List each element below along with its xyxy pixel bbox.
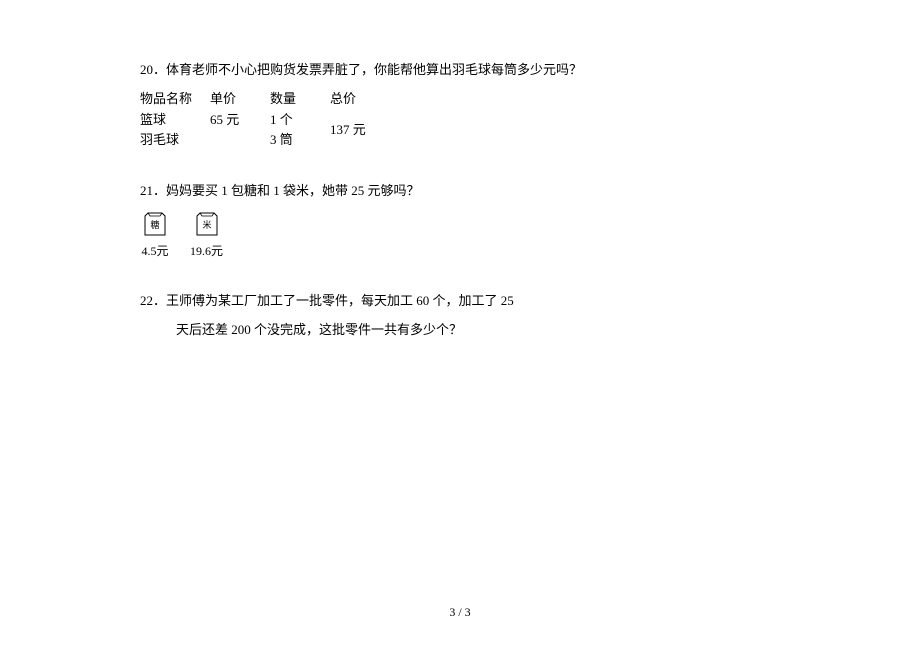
- row2-name: 羽毛球: [140, 130, 210, 151]
- header-price: 单价: [210, 89, 270, 110]
- header-qty: 数量: [270, 89, 330, 110]
- total-value: 137 元: [330, 120, 390, 141]
- table-header: 物品名称 单价 数量 总价: [140, 89, 780, 110]
- q22-number: 22．: [140, 293, 166, 308]
- q22-line1: 王师傅为某工厂加工了一批零件，每天加工 60 个，加工了 25: [166, 293, 514, 308]
- header-total: 总价: [330, 89, 390, 110]
- table-row: 羽毛球 3 筒: [140, 130, 330, 151]
- row1-qty: 1 个: [270, 110, 330, 131]
- sugar-price: 4.5元: [141, 242, 168, 261]
- question-20: 20．体育老师不小心把购货发票弄脏了，你能帮他算出羽毛球每筒多少元吗？ 物品名称…: [140, 60, 780, 151]
- q21-text: 妈妈要买 1 包糖和 1 袋米，她带 25 元够吗？: [166, 183, 420, 198]
- question-22: 22．王师傅为某工厂加工了一批零件，每天加工 60 个，加工了 25 天后还差 …: [140, 291, 780, 341]
- q21-items: 糖 4.5元 米 19.6元: [140, 210, 780, 261]
- q22-line2: 天后还差 200 个没完成，这批零件一共有多少个？: [140, 320, 780, 341]
- q20-text: 体育老师不小心把购货发票弄脏了，你能帮他算出羽毛球每筒多少元吗？: [166, 62, 582, 77]
- row1-price: 65 元: [210, 110, 270, 131]
- row2-qty: 3 筒: [270, 130, 330, 151]
- rice-bag-icon: 米: [192, 210, 222, 238]
- svg-text:米: 米: [202, 219, 211, 230]
- question-21: 21．妈妈要买 1 包糖和 1 袋米，她带 25 元够吗？ 糖 4.5元 米 1…: [140, 181, 780, 261]
- item-sugar: 糖 4.5元: [140, 210, 170, 261]
- sugar-bag-icon: 糖: [140, 210, 170, 238]
- page-footer: 3 / 3: [449, 605, 470, 620]
- table-row: 篮球 65 元 1 个: [140, 110, 330, 131]
- q20-number: 20．: [140, 62, 166, 77]
- row1-name: 篮球: [140, 110, 210, 131]
- q20-table: 物品名称 单价 数量 总价 篮球 65 元 1 个 羽毛球 3 筒 137 元: [140, 89, 780, 151]
- rice-price: 19.6元: [190, 242, 223, 261]
- header-name: 物品名称: [140, 89, 210, 110]
- q21-prompt: 21．妈妈要买 1 包糖和 1 袋米，她带 25 元够吗？: [140, 181, 780, 202]
- q20-prompt: 20．体育老师不小心把购货发票弄脏了，你能帮他算出羽毛球每筒多少元吗？: [140, 60, 780, 81]
- item-rice: 米 19.6元: [190, 210, 223, 261]
- q22-prompt: 22．王师傅为某工厂加工了一批零件，每天加工 60 个，加工了 25: [140, 291, 780, 312]
- svg-text:糖: 糖: [150, 219, 159, 230]
- q21-number: 21．: [140, 183, 166, 198]
